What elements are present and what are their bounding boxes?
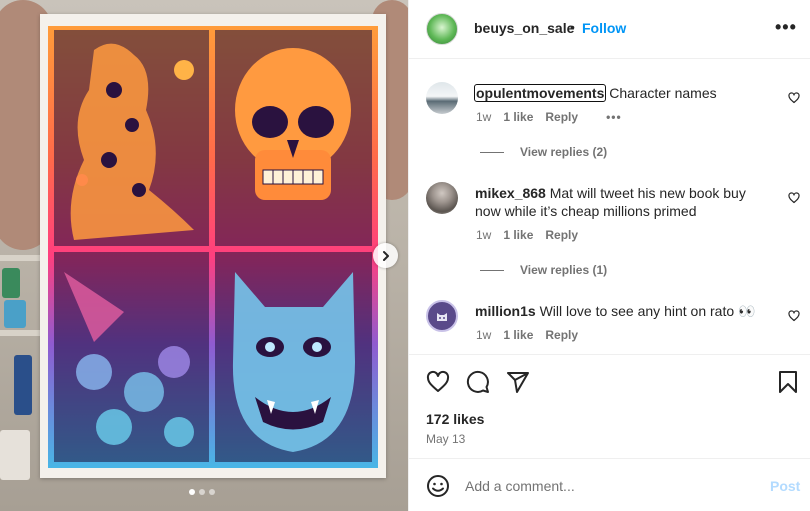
view-replies-label: View replies (2): [520, 145, 608, 159]
heart-icon[interactable]: [426, 370, 450, 394]
comment-meta: 1w 1 like Reply: [476, 228, 578, 242]
comment-time[interactable]: 1w: [476, 228, 491, 242]
view-replies-button[interactable]: View replies (2): [480, 145, 607, 159]
comment-avatar[interactable]: [426, 82, 458, 114]
view-replies-button[interactable]: View replies (1): [480, 263, 607, 277]
comment-input[interactable]: [465, 475, 755, 497]
comment-icon[interactable]: [466, 370, 490, 394]
comment-like-heart-icon[interactable]: [788, 92, 800, 104]
background-jar: [2, 268, 20, 298]
likes-count[interactable]: 172 likes: [426, 411, 484, 427]
post-actions: 172 likes May 13: [409, 354, 810, 458]
comment-username[interactable]: mikex_868: [475, 185, 546, 201]
comments-list: opulentmovements Character names 1w 1 li…: [409, 60, 810, 354]
background-bucket: [0, 430, 30, 480]
poster-panel-creatures: [54, 30, 209, 246]
carousel-dot: [189, 489, 195, 495]
carousel-next-button[interactable]: [373, 243, 398, 268]
poster-panel-crowd: [54, 252, 209, 462]
comment-likes[interactable]: 1 like: [503, 110, 533, 124]
chevron-right-icon: [382, 250, 389, 261]
post-date: May 13: [426, 432, 466, 446]
cat-avatar-icon: [437, 313, 447, 321]
comment-meta: 1w 1 like Reply •••: [476, 110, 622, 124]
emoji-icon[interactable]: [426, 474, 450, 498]
comment-body: opulentmovements Character names: [473, 84, 775, 102]
bookmark-icon[interactable]: [776, 370, 800, 394]
poster-panel-werewolf: [215, 252, 372, 462]
more-options-button[interactable]: •••: [775, 17, 797, 38]
comment-body: mikex_868 Mat will tweet his new book bu…: [475, 184, 775, 220]
background-bottle: [14, 355, 32, 415]
carousel-dot: [209, 489, 215, 495]
comment-time[interactable]: 1w: [476, 328, 491, 342]
comment-username[interactable]: million1s: [475, 303, 536, 319]
follow-button[interactable]: Follow: [582, 20, 626, 36]
reply-button[interactable]: Reply: [545, 110, 578, 124]
comment-avatar[interactable]: [426, 182, 458, 214]
poster-artwork: [48, 26, 378, 468]
share-icon[interactable]: [506, 370, 530, 394]
header-separator: •: [570, 19, 575, 35]
carousel-indicator: [189, 489, 215, 495]
comment-text: Character names: [609, 85, 717, 101]
background-jar: [4, 300, 26, 328]
post-media: [0, 0, 408, 511]
comment-likes[interactable]: 1 like: [503, 328, 533, 342]
comment-like-heart-icon[interactable]: [788, 310, 800, 322]
author-avatar[interactable]: [426, 13, 458, 45]
reply-button[interactable]: Reply: [545, 328, 578, 342]
comment-avatar[interactable]: [426, 300, 458, 332]
post-side-panel: beuys_on_sale • Follow ••• opulentmoveme…: [408, 0, 810, 511]
reply-button[interactable]: Reply: [545, 228, 578, 242]
comment-text: Will love to see any hint on rato 👀: [539, 303, 756, 319]
carousel-dot: [199, 489, 205, 495]
comment-meta: 1w 1 like Reply: [476, 328, 578, 342]
add-comment-bar: Post: [409, 458, 810, 511]
comment-time[interactable]: 1w: [476, 110, 491, 124]
replies-line: [480, 269, 504, 271]
replies-line: [480, 151, 504, 153]
comment-like-heart-icon[interactable]: [788, 192, 800, 204]
comment-likes[interactable]: 1 like: [503, 228, 533, 242]
post-header: beuys_on_sale • Follow •••: [409, 0, 810, 59]
view-replies-label: View replies (1): [520, 263, 608, 277]
author-username[interactable]: beuys_on_sale: [474, 20, 574, 36]
comment-more-button[interactable]: •••: [606, 110, 622, 124]
comment-body: million1s Will love to see any hint on r…: [475, 302, 775, 320]
poster-panel-skull: [215, 30, 372, 246]
comment-username[interactable]: opulentmovements: [473, 84, 607, 102]
post-comment-button[interactable]: Post: [770, 478, 800, 494]
